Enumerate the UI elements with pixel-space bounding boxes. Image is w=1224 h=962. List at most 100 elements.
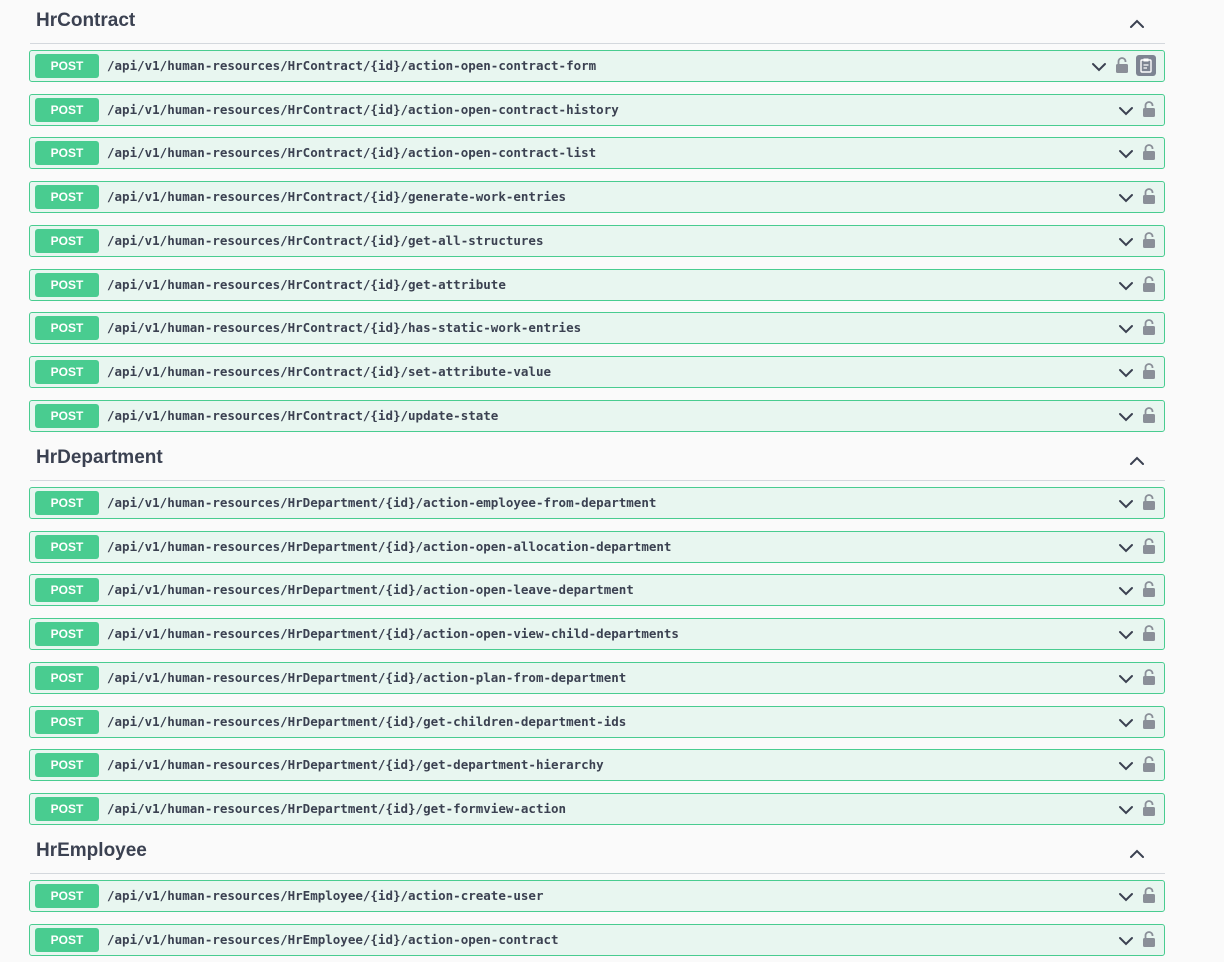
method-badge: POST (35, 797, 99, 821)
chevron-down-icon[interactable] (1117, 626, 1135, 644)
lock-icon[interactable] (1142, 799, 1156, 817)
operation-path[interactable]: /api/v1/human-resources/HrContract/{id}/… (107, 145, 596, 160)
chevron-down-icon[interactable] (1117, 888, 1135, 906)
operation-row[interactable]: POST/api/v1/human-resources/HrContract/{… (29, 356, 1165, 388)
chevron-up-icon[interactable] (1127, 844, 1147, 864)
operation-row[interactable]: POST/api/v1/human-resources/HrContract/{… (29, 181, 1165, 213)
operation-row[interactable]: POST/api/v1/human-resources/HrEmployee/{… (29, 880, 1165, 912)
operation-path[interactable]: /api/v1/human-resources/HrContract/{id}/… (107, 58, 596, 73)
lock-icon[interactable] (1142, 493, 1156, 511)
chevron-down-icon[interactable] (1117, 582, 1135, 600)
operation-path[interactable]: /api/v1/human-resources/HrDepartment/{id… (107, 757, 604, 772)
operation-path[interactable]: /api/v1/human-resources/HrDepartment/{id… (107, 801, 566, 816)
operation-path[interactable]: /api/v1/human-resources/HrDepartment/{id… (107, 582, 634, 597)
clipboard-icon[interactable] (1136, 55, 1156, 76)
lock-icon[interactable] (1142, 580, 1156, 598)
operation-row[interactable]: POST/api/v1/human-resources/HrDepartment… (29, 662, 1165, 694)
lock-icon[interactable] (1115, 56, 1129, 74)
operation-path[interactable]: /api/v1/human-resources/HrContract/{id}/… (107, 320, 581, 335)
chevron-down-icon[interactable] (1117, 364, 1135, 382)
operation-path[interactable]: /api/v1/human-resources/HrDepartment/{id… (107, 626, 679, 641)
operation-path[interactable]: /api/v1/human-resources/HrDepartment/{id… (107, 539, 671, 554)
operation-row[interactable]: POST/api/v1/human-resources/HrDepartment… (29, 618, 1165, 650)
operation-row[interactable]: POST/api/v1/human-resources/HrContract/{… (29, 137, 1165, 169)
lock-icon[interactable] (1142, 187, 1156, 205)
lock-icon[interactable] (1142, 275, 1156, 293)
method-badge: POST (35, 141, 99, 165)
method-badge: POST (35, 535, 99, 559)
chevron-up-icon[interactable] (1127, 451, 1147, 471)
lock-icon[interactable] (1142, 712, 1156, 730)
chevron-down-icon[interactable] (1117, 145, 1135, 163)
tag-title[interactable]: HrContract (36, 10, 135, 32)
lock-icon[interactable] (1142, 930, 1156, 948)
operation-path[interactable]: /api/v1/human-resources/HrContract/{id}/… (107, 102, 619, 117)
lock-icon[interactable] (1142, 231, 1156, 249)
operation-row[interactable]: POST/api/v1/human-resources/HrContract/{… (29, 312, 1165, 344)
chevron-down-icon[interactable] (1117, 714, 1135, 732)
lock-icon[interactable] (1142, 886, 1156, 904)
operation-path[interactable]: /api/v1/human-resources/HrContract/{id}/… (107, 364, 551, 379)
lock-icon[interactable] (1142, 362, 1156, 380)
method-badge: POST (35, 54, 99, 78)
method-badge: POST (35, 710, 99, 734)
operation-path[interactable]: /api/v1/human-resources/HrDepartment/{id… (107, 495, 656, 510)
operation-row[interactable]: POST/api/v1/human-resources/HrContract/{… (29, 50, 1165, 82)
lock-icon[interactable] (1142, 624, 1156, 642)
operation-row[interactable]: POST/api/v1/human-resources/HrDepartment… (29, 531, 1165, 563)
method-badge: POST (35, 578, 99, 602)
operation-path[interactable]: /api/v1/human-resources/HrEmployee/{id}/… (107, 932, 559, 947)
chevron-down-icon[interactable] (1117, 320, 1135, 338)
operation-row[interactable]: POST/api/v1/human-resources/HrContract/{… (29, 94, 1165, 126)
operation-row[interactable]: POST/api/v1/human-resources/HrContract/{… (29, 225, 1165, 257)
method-badge: POST (35, 622, 99, 646)
lock-icon[interactable] (1142, 100, 1156, 118)
lock-icon[interactable] (1142, 537, 1156, 555)
chevron-down-icon[interactable] (1117, 670, 1135, 688)
lock-icon[interactable] (1142, 406, 1156, 424)
chevron-down-icon[interactable] (1117, 495, 1135, 513)
tag-header[interactable]: HrDepartment (30, 443, 1165, 481)
operation-path[interactable]: /api/v1/human-resources/HrDepartment/{id… (107, 670, 626, 685)
tag-title[interactable]: HrDepartment (36, 447, 163, 469)
chevron-down-icon[interactable] (1117, 102, 1135, 120)
lock-icon[interactable] (1142, 318, 1156, 336)
tag-header[interactable]: HrContract (30, 6, 1165, 44)
operation-row[interactable]: POST/api/v1/human-resources/HrDepartment… (29, 749, 1165, 781)
method-badge: POST (35, 491, 99, 515)
operation-path[interactable]: /api/v1/human-resources/HrEmployee/{id}/… (107, 888, 544, 903)
method-badge: POST (35, 666, 99, 690)
operation-path[interactable]: /api/v1/human-resources/HrContract/{id}/… (107, 233, 544, 248)
chevron-down-icon[interactable] (1117, 932, 1135, 950)
lock-icon[interactable] (1142, 755, 1156, 773)
operation-row[interactable]: POST/api/v1/human-resources/HrDepartment… (29, 487, 1165, 519)
chevron-down-icon[interactable] (1117, 233, 1135, 251)
operation-row[interactable]: POST/api/v1/human-resources/HrContract/{… (29, 269, 1165, 301)
chevron-down-icon[interactable] (1117, 277, 1135, 295)
swagger-operations-list: HrContract POST/api/v1/human-resources/Hr… (0, 0, 1224, 962)
chevron-up-icon[interactable] (1127, 14, 1147, 34)
tag-header[interactable]: HrEmployee (30, 836, 1165, 874)
chevron-down-icon[interactable] (1117, 757, 1135, 775)
lock-icon[interactable] (1142, 143, 1156, 161)
method-badge: POST (35, 273, 99, 297)
operation-row[interactable]: POST/api/v1/human-resources/HrDepartment… (29, 706, 1165, 738)
operation-row[interactable]: POST/api/v1/human-resources/HrDepartment… (29, 793, 1165, 825)
operation-path[interactable]: /api/v1/human-resources/HrContract/{id}/… (107, 408, 498, 423)
chevron-down-icon[interactable] (1117, 408, 1135, 426)
operation-row[interactable]: POST/api/v1/human-resources/HrDepartment… (29, 574, 1165, 606)
method-badge: POST (35, 229, 99, 253)
operation-path[interactable]: /api/v1/human-resources/HrDepartment/{id… (107, 714, 626, 729)
method-badge: POST (35, 98, 99, 122)
chevron-down-icon[interactable] (1117, 189, 1135, 207)
chevron-down-icon[interactable] (1090, 58, 1108, 76)
operation-path[interactable]: /api/v1/human-resources/HrContract/{id}/… (107, 189, 566, 204)
tag-title[interactable]: HrEmployee (36, 840, 147, 862)
operation-path[interactable]: /api/v1/human-resources/HrContract/{id}/… (107, 277, 506, 292)
chevron-down-icon[interactable] (1117, 801, 1135, 819)
chevron-down-icon[interactable] (1117, 539, 1135, 557)
lock-icon[interactable] (1142, 668, 1156, 686)
operation-row[interactable]: POST/api/v1/human-resources/HrEmployee/{… (29, 924, 1165, 956)
operation-row[interactable]: POST/api/v1/human-resources/HrContract/{… (29, 400, 1165, 432)
method-badge: POST (35, 884, 99, 908)
